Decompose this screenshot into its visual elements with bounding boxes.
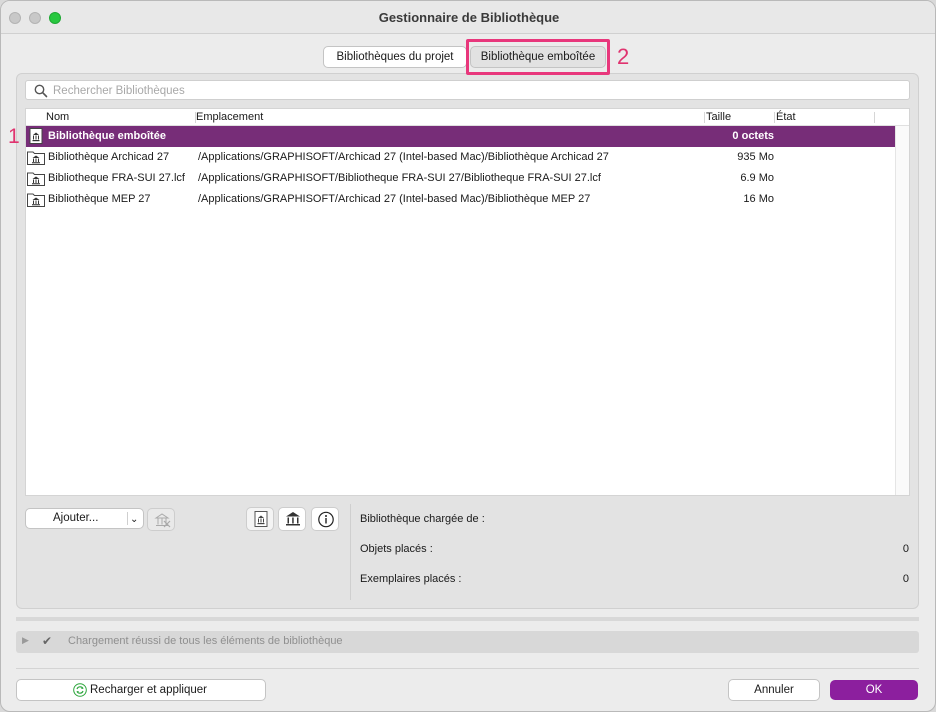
column-header-location[interactable]: Emplacement: [196, 111, 263, 123]
library-folder-icon: [27, 193, 45, 207]
library-folder-icon: [27, 172, 45, 186]
add-divider: [127, 512, 128, 525]
column-divider[interactable]: [704, 112, 705, 123]
library-tools-button[interactable]: [278, 507, 306, 531]
row-size: 6.9 Mo: [740, 172, 774, 184]
library-folder-icon: [27, 151, 45, 165]
window-title: Gestionnaire de Bibliothèque: [378, 10, 560, 25]
column-header-name[interactable]: Nom: [46, 111, 69, 123]
library-info-button[interactable]: [311, 507, 339, 531]
placed-instances-label: Exemplaires placés :: [360, 573, 462, 585]
row-name: Bibliothèque Archicad 27: [48, 151, 170, 163]
info-icon: [318, 511, 334, 528]
table-row[interactable]: Bibliotheque FRA-SUI 27.lcf /Application…: [26, 168, 895, 189]
row-location: /Applications/GRAPHISOFT/Archicad 27 (In…: [198, 151, 609, 163]
disclosure-triangle-icon[interactable]: ▶: [22, 635, 29, 646]
table-scrollbar[interactable]: [895, 126, 909, 495]
load-status-text: Chargement réussi de tous les éléments d…: [68, 635, 343, 647]
column-header-size[interactable]: Taille: [706, 111, 731, 123]
chevron-down-icon[interactable]: ⌄: [130, 510, 138, 529]
reload-label: Recharger et appliquer: [90, 684, 207, 696]
search-input[interactable]: [53, 83, 893, 98]
checkmark-icon: ✔: [42, 634, 53, 648]
embedded-library-document-icon: [254, 511, 268, 527]
row-size: 0 octets: [732, 130, 774, 142]
cancel-button[interactable]: Annuler: [728, 679, 820, 701]
library-manager-window: Gestionnaire de Bibliothèque Bibliothèqu…: [0, 0, 936, 712]
load-status-bar[interactable]: ▶ ✔ Chargement réussi de tous les élémen…: [16, 631, 919, 653]
column-divider[interactable]: [774, 112, 775, 123]
search-icon: [34, 84, 48, 98]
row-name: Bibliotheque FRA-SUI 27.lcf: [48, 172, 185, 184]
footer-divider: [16, 668, 919, 669]
placed-objects-label: Objets placés :: [360, 543, 433, 555]
add-library-label: Ajouter...: [53, 512, 99, 524]
row-size: 935 Mo: [737, 151, 774, 163]
add-library-button[interactable]: Ajouter... ⌄: [25, 508, 144, 529]
search-box: [25, 80, 910, 100]
reload-icon: [73, 683, 87, 697]
library-building-icon: [286, 512, 300, 526]
column-divider[interactable]: [874, 112, 875, 123]
embedded-library-icon: [29, 128, 43, 144]
info-divider: [350, 504, 351, 600]
embedded-library-settings-button[interactable]: [246, 507, 274, 531]
library-table: Nom Emplacement Taille État Bibliothèque…: [25, 108, 910, 496]
tab-highlight-frame: [466, 39, 610, 75]
row-location: /Applications/GRAPHISOFT/Bibliotheque FR…: [198, 172, 601, 184]
row-name: Bibliothèque MEP 27: [48, 193, 151, 205]
remove-library-icon: [154, 513, 171, 528]
annotation-marker-row: 1: [8, 125, 20, 148]
annotation-marker-tab: 2: [617, 44, 630, 69]
row-location: /Applications/GRAPHISOFT/Archicad 27 (In…: [198, 193, 591, 205]
title-bar: Gestionnaire de Bibliothèque: [1, 1, 935, 34]
reload-and-apply-button[interactable]: Recharger et appliquer: [16, 679, 266, 701]
table-row[interactable]: Bibliothèque Archicad 27 /Applications/G…: [26, 147, 895, 168]
tab-project-libraries[interactable]: Bibliothèques du projet: [323, 46, 467, 68]
section-divider: [16, 617, 919, 621]
column-header-state[interactable]: État: [776, 111, 796, 123]
loaded-from-label: Bibliothèque chargée de :: [360, 513, 485, 525]
row-size: 16 Mo: [743, 193, 774, 205]
table-header: Nom Emplacement Taille État: [26, 109, 909, 126]
row-name: Bibliothèque emboîtée: [48, 130, 166, 142]
placed-objects-value: 0: [902, 543, 909, 555]
table-row[interactable]: Bibliothèque MEP 27 /Applications/GRAPHI…: [26, 189, 895, 210]
ok-button[interactable]: OK: [830, 680, 918, 700]
table-row[interactable]: Bibliothèque emboîtée 0 octets: [26, 126, 895, 147]
placed-instances-value: 0: [902, 573, 909, 585]
remove-library-button[interactable]: [147, 508, 175, 531]
